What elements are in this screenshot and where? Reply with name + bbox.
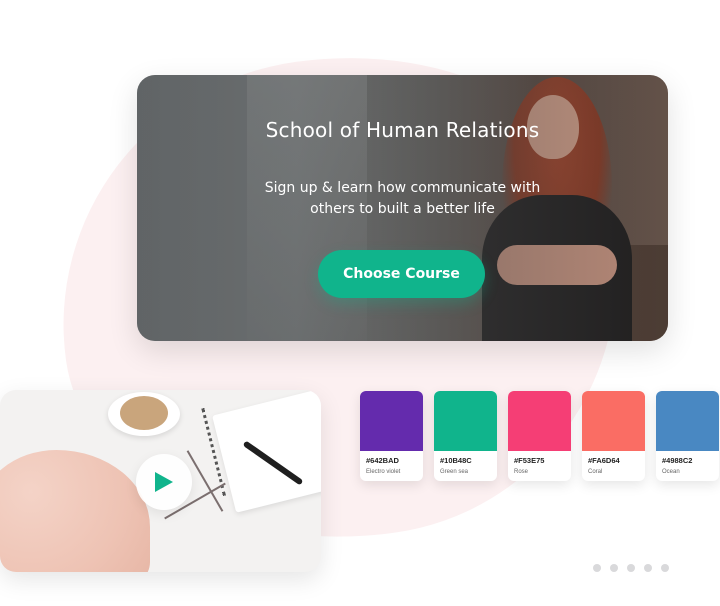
swatch-name: Electro violet <box>366 469 401 475</box>
color-swatch[interactable]: #FA6D64 Coral <box>582 391 645 481</box>
swatch-color <box>582 391 645 451</box>
swatch-hex: #FA6D64 <box>588 456 620 465</box>
swatch-name: Coral <box>588 469 603 475</box>
swatch-hex: #4988C2 <box>662 456 693 465</box>
swatch-hex: #F53E75 <box>514 456 545 465</box>
choose-course-button[interactable]: Choose Course <box>318 250 485 298</box>
swatch-color <box>656 391 719 451</box>
pagination-dot[interactable] <box>593 564 601 572</box>
swatch-color <box>508 391 571 451</box>
color-swatch[interactable]: #10B48C Green sea <box>434 391 497 481</box>
swatch-name: Ocean <box>662 469 680 475</box>
hero-title: School of Human Relations <box>265 118 540 142</box>
hero-subtitle: Sign up & learn how communicate with oth… <box>264 180 541 217</box>
swatch-hex: #642BAD <box>366 456 399 465</box>
color-swatch[interactable]: #4988C2 Ocean <box>656 391 719 481</box>
swatch-hex: #10B48C <box>440 456 472 465</box>
color-swatch[interactable]: #642BAD Electro violet <box>360 391 423 481</box>
pagination-dots <box>593 564 669 572</box>
pagination-dot[interactable] <box>661 564 669 572</box>
coffee-image <box>120 396 168 430</box>
knit-fabric-image <box>0 450 150 572</box>
pagination-dot[interactable] <box>627 564 635 572</box>
swatch-color <box>434 391 497 451</box>
swatch-color <box>360 391 423 451</box>
play-button[interactable] <box>136 454 192 510</box>
swatch-name: Green sea <box>440 469 469 475</box>
pagination-dot[interactable] <box>644 564 652 572</box>
swatch-name: Rose <box>514 469 529 475</box>
play-icon <box>155 472 173 492</box>
pagination-dot[interactable] <box>610 564 618 572</box>
color-swatch[interactable]: #F53E75 Rose <box>508 391 571 481</box>
